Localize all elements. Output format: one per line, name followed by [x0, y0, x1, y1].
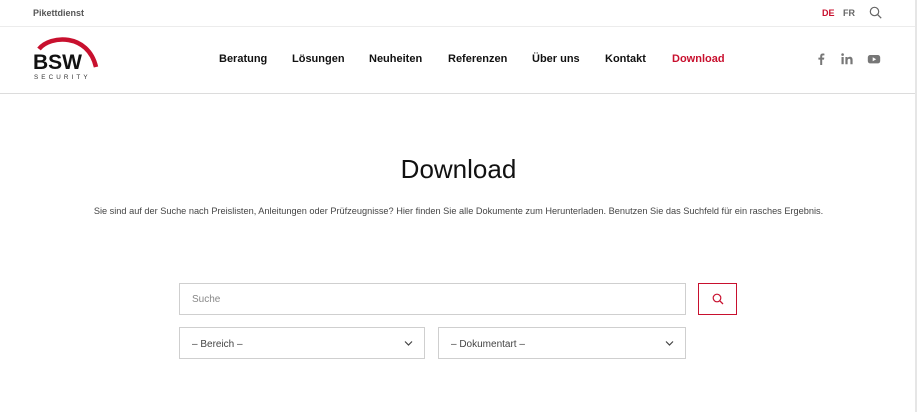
bereich-select-label: – Bereich –: [192, 339, 243, 350]
youtube-icon[interactable]: [867, 52, 881, 66]
search-button[interactable]: [698, 283, 737, 315]
logo-sub: SECURITY: [34, 74, 91, 81]
page-title: Download: [400, 154, 517, 184]
bereich-select[interactable]: – Bereich –: [179, 327, 425, 359]
lang-de-link[interactable]: DE: [822, 8, 835, 18]
linkedin-icon[interactable]: [840, 52, 854, 66]
intro-text: Sie sind auf der Suche nach Preislisten,…: [93, 206, 824, 216]
dokumentart-select[interactable]: – Dokumentart –: [438, 327, 686, 359]
lang-fr-link[interactable]: FR: [843, 8, 855, 18]
nav-ueber-uns[interactable]: Über uns: [532, 53, 580, 65]
logo-word: BSW: [33, 51, 82, 74]
search-icon[interactable]: [869, 6, 882, 19]
nav-download[interactable]: Download: [672, 53, 725, 65]
main-header: BSW SECURITY Beratung Lösungen Neuheiten…: [0, 27, 917, 94]
nav-referenzen[interactable]: Referenzen: [448, 53, 507, 65]
nav-loesungen[interactable]: Lösungen: [292, 53, 345, 65]
pikettdienst-link[interactable]: Pikettdienst: [33, 8, 84, 18]
chevron-down-icon: [404, 341, 413, 346]
search-icon: [712, 293, 723, 305]
chevron-down-icon: [665, 341, 674, 346]
nav-kontakt[interactable]: Kontakt: [605, 53, 646, 65]
dokumentart-select-label: – Dokumentart –: [451, 339, 525, 350]
search-input[interactable]: [179, 283, 686, 315]
nav-neuheiten[interactable]: Neuheiten: [369, 53, 422, 65]
top-bar: Pikettdienst DE FR: [0, 0, 917, 27]
bsw-logo[interactable]: BSW SECURITY: [30, 37, 100, 83]
nav-beratung[interactable]: Beratung: [219, 53, 267, 65]
facebook-icon[interactable]: [814, 52, 828, 66]
